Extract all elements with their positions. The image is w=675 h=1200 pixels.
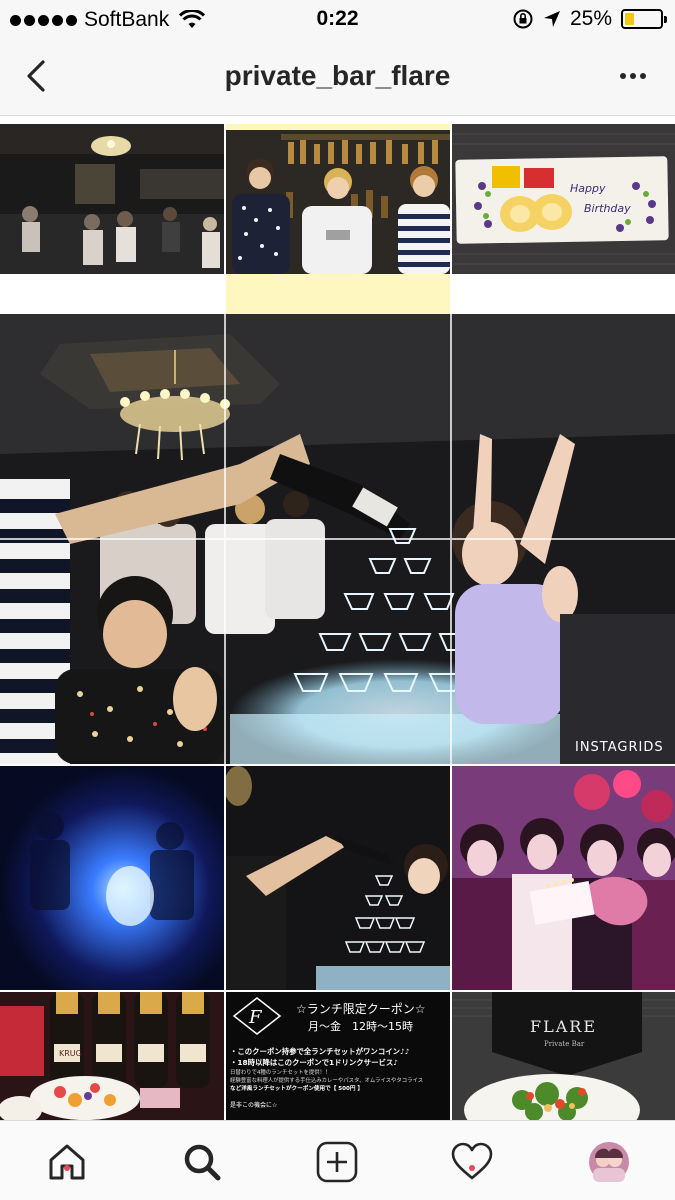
tab-profile[interactable] bbox=[582, 1135, 636, 1189]
coupon-line-2: ・18時以降はこのクーポンで1ドリンクサービス♪ bbox=[230, 1058, 398, 1067]
post-thumbnail-lunch-coupon[interactable]: F ☆ランチ限定クーポン☆ 月～金 12時～15時 ・このクーポン持参で全ランチ… bbox=[226, 992, 450, 1120]
app-screen: SoftBank 0:22 25% private_bar_flare Happ… bbox=[0, 0, 675, 1200]
svg-text:F: F bbox=[248, 1007, 263, 1028]
orientation-lock-icon bbox=[513, 9, 533, 29]
post-thumbnail-pouring[interactable] bbox=[226, 766, 450, 990]
profile-avatar bbox=[589, 1142, 629, 1182]
search-icon bbox=[184, 1144, 221, 1181]
status-bar: SoftBank 0:22 25% bbox=[0, 0, 675, 38]
post-thumbnail-birthday-dessert[interactable]: Happy Birthday bbox=[452, 124, 675, 314]
tab-home[interactable] bbox=[40, 1135, 94, 1189]
post-thumbnail-blue-tower[interactable] bbox=[0, 766, 224, 990]
plate-text-happy: Happy bbox=[570, 182, 606, 195]
tab-search[interactable] bbox=[175, 1135, 229, 1189]
birthday-party-photo bbox=[452, 766, 675, 990]
grid-watermark: INSTAGRIDS bbox=[575, 740, 664, 755]
page-title: private_bar_flare bbox=[224, 60, 451, 91]
flare-sign-subtext: Private Bar bbox=[544, 1040, 585, 1048]
coupon-line-3: 日替わりで4種のランチセットを提供！！ bbox=[230, 1070, 331, 1076]
coupon-line-6: 是非この機会に☆ bbox=[230, 1102, 278, 1109]
coupon-days-hours: 月～金 12時～15時 bbox=[308, 1020, 413, 1033]
more-dot bbox=[640, 73, 646, 79]
carrier-label: SoftBank bbox=[84, 8, 170, 31]
status-right: 25% bbox=[512, 7, 667, 31]
battery-icon bbox=[621, 9, 667, 29]
home-icon bbox=[49, 1144, 85, 1180]
post-thumbnail-krug-bottles[interactable]: KRUG bbox=[0, 992, 224, 1120]
status-left: SoftBank bbox=[10, 8, 206, 32]
plate-text-birthday: Birthday bbox=[584, 202, 631, 215]
bar-staff-photo bbox=[226, 124, 450, 314]
krug-bottles-photo: KRUG bbox=[0, 992, 224, 1120]
photo-grid: Happy Birthday INSTAGRIDS KRUG F ☆ランチ限定ク… bbox=[0, 124, 675, 1120]
battery-level bbox=[625, 13, 634, 25]
coupon-line-4: 経験豊富な料理人が提供する手仕込みカレーやパスタ、オムライスやタコライス bbox=[230, 1078, 424, 1084]
tab-new-post[interactable] bbox=[310, 1135, 364, 1189]
champagne-tower-mosaic-photo: INSTAGRIDS bbox=[0, 314, 675, 764]
birthday-dessert-photo: Happy Birthday bbox=[452, 124, 675, 274]
more-dot bbox=[620, 73, 626, 79]
battery-percent: 25% bbox=[569, 7, 612, 30]
blue-tower-photo bbox=[0, 766, 224, 990]
post-thumbnail-lounge[interactable] bbox=[0, 124, 224, 314]
tab-activity[interactable] bbox=[445, 1135, 499, 1189]
bottom-tab-bar bbox=[0, 1120, 675, 1200]
krug-label: KRUG bbox=[59, 1049, 82, 1058]
coupon-title: ☆ランチ限定クーポン☆ bbox=[296, 1002, 426, 1016]
coupon-line-1: ・このクーポン持参で全ランチセットがワンコイン♪♪ bbox=[230, 1047, 410, 1056]
signal-strength-icon bbox=[10, 14, 77, 26]
flare-salad-photo: FLARE Private Bar bbox=[452, 992, 675, 1120]
more-options-button[interactable] bbox=[613, 56, 653, 96]
add-post-icon bbox=[316, 1141, 358, 1183]
home-notification-dot bbox=[64, 1165, 70, 1171]
navigation-bar: private_bar_flare bbox=[0, 38, 675, 116]
post-thumbnail-bar-staff[interactable] bbox=[226, 124, 450, 314]
post-mosaic-champagne-tower[interactable]: INSTAGRIDS bbox=[0, 314, 675, 764]
flare-logo: F bbox=[232, 997, 282, 1035]
coupon-line-5: など洋風ランチセットがクーポン使用で【 500円 】 bbox=[230, 1086, 364, 1092]
flare-sign-text: FLARE bbox=[530, 1017, 597, 1036]
post-thumbnail-birthday-party[interactable] bbox=[452, 766, 675, 990]
post-thumbnail-flare-salad[interactable]: FLARE Private Bar bbox=[452, 992, 675, 1120]
heart-icon bbox=[451, 1142, 493, 1180]
pouring-photo bbox=[226, 766, 450, 990]
lounge-photo bbox=[0, 124, 224, 314]
location-arrow-icon bbox=[543, 11, 560, 27]
more-dot bbox=[630, 73, 636, 79]
activity-notification-dot bbox=[469, 1165, 475, 1171]
wifi-icon bbox=[179, 10, 206, 28]
